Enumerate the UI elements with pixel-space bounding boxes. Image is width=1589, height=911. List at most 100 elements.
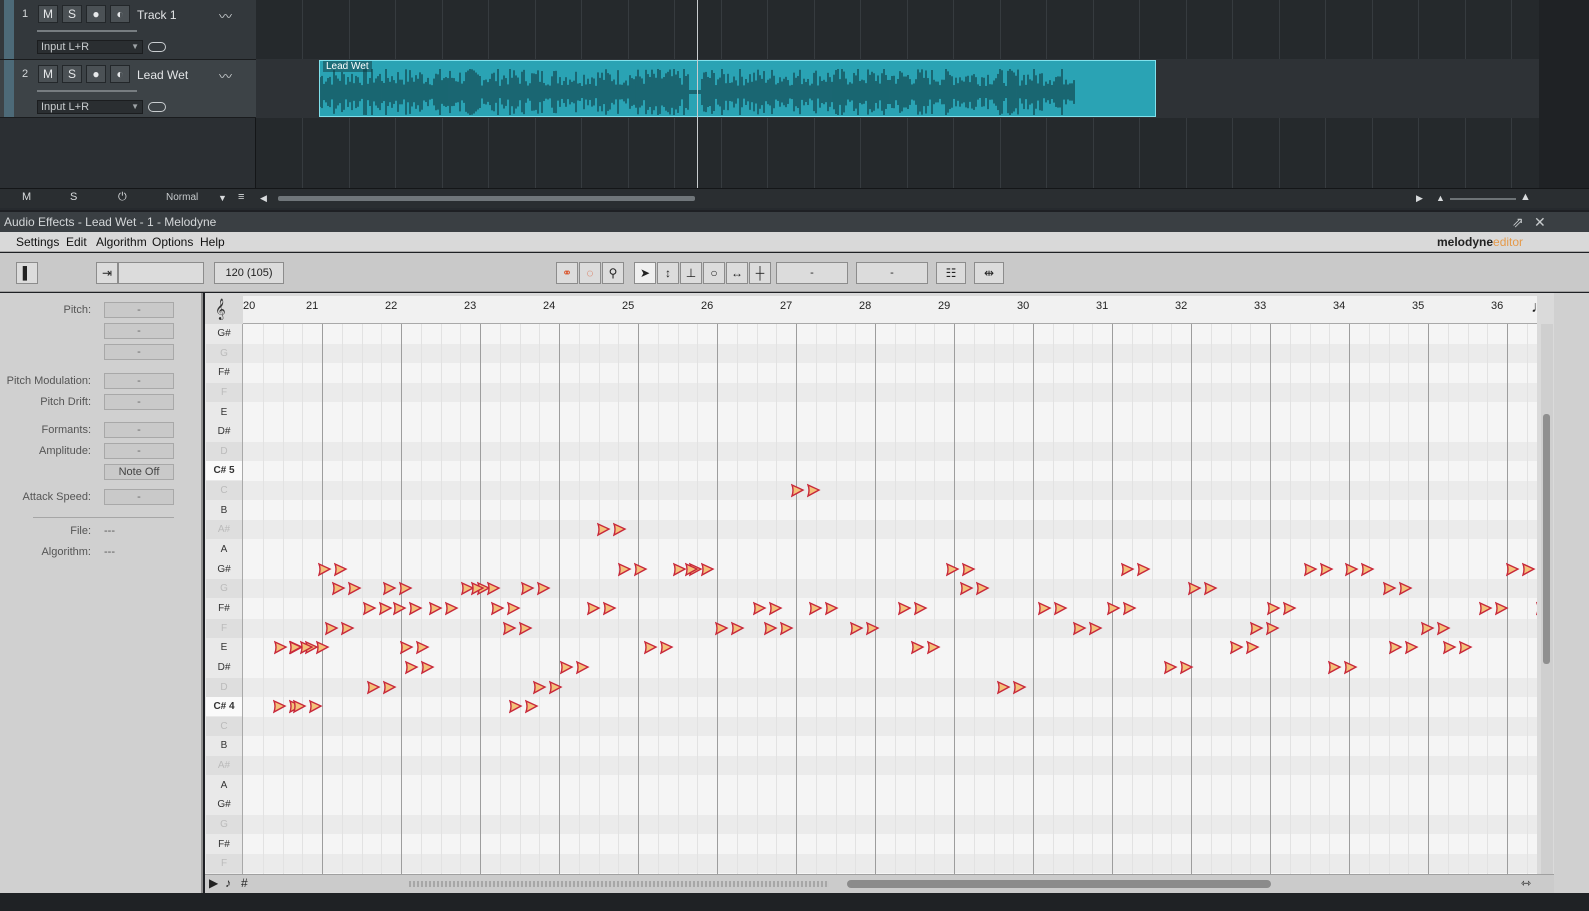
pitch-key[interactable]: D#	[206, 422, 242, 441]
pitch-field-2[interactable]: -	[104, 323, 174, 339]
note-blob[interactable]	[1229, 640, 1244, 655]
note-blob[interactable]	[1458, 640, 1473, 655]
note-blob[interactable]	[415, 640, 430, 655]
note-blob[interactable]	[1266, 601, 1281, 616]
track-name[interactable]: Lead Wet	[137, 68, 188, 82]
note-blob[interactable]	[1163, 660, 1178, 675]
bar-ruler[interactable]: 20 21 22 23 24 25 26 27 28 29 30 31 32 33 34 35 36	[243, 296, 1537, 324]
pitch-key[interactable]: F#	[206, 363, 242, 382]
note-blob[interactable]	[913, 601, 928, 616]
pitch-key[interactable]: B	[206, 501, 242, 520]
pitch-key[interactable]: F	[206, 383, 242, 402]
note-blob[interactable]	[299, 640, 314, 655]
pitch-key[interactable]: F#	[206, 599, 242, 618]
formant-tool-icon[interactable]: ○	[703, 262, 725, 284]
main-tool-icon[interactable]: ➤	[634, 262, 656, 284]
pitch-key[interactable]: D	[206, 678, 242, 697]
pitch-key[interactable]: E	[206, 403, 242, 422]
note-blob[interactable]	[575, 660, 590, 675]
note-blob[interactable]	[586, 601, 601, 616]
vertical-scrollbar[interactable]	[1541, 324, 1553, 874]
mute-button[interactable]: M	[38, 5, 58, 23]
scrub-icon[interactable]: ♪	[225, 876, 231, 890]
note-blob[interactable]	[768, 601, 783, 616]
monitor-button[interactable]: ◐	[110, 5, 130, 23]
note-off-button[interactable]: Note Off	[104, 464, 174, 480]
clef-icon[interactable]: 𝄞	[215, 299, 226, 320]
volume-fader[interactable]	[37, 30, 137, 32]
playhead[interactable]	[697, 0, 698, 188]
note-blob[interactable]	[331, 581, 346, 596]
pitch-key[interactable]: E	[206, 638, 242, 657]
waveform-icon[interactable]: 〰	[219, 6, 232, 25]
note-blob[interactable]	[643, 640, 658, 655]
note-blob[interactable]	[404, 660, 419, 675]
play-icon[interactable]: ▶	[209, 876, 218, 890]
note-blob[interactable]	[315, 640, 330, 655]
menu-settings[interactable]: Settings	[16, 235, 59, 249]
note-blob[interactable]	[470, 581, 485, 596]
note-blob[interactable]	[1106, 601, 1121, 616]
monitor-button[interactable]: ◐	[110, 65, 130, 83]
note-blob[interactable]	[926, 640, 941, 655]
record-arm-button[interactable]: ●	[86, 65, 106, 83]
note-blob[interactable]	[1388, 640, 1403, 655]
note-blob[interactable]	[1187, 581, 1202, 596]
note-blob[interactable]	[849, 621, 864, 636]
note-blob[interactable]	[1343, 660, 1358, 675]
note-blob[interactable]	[308, 699, 323, 714]
track-header-1[interactable]: 1 M S ● ◐ Track 1 〰 Input L+R ▼	[0, 0, 256, 59]
solo-button[interactable]: S	[62, 65, 82, 83]
note-blob[interactable]	[1282, 601, 1297, 616]
pitch-tool-icon[interactable]: ↕	[657, 262, 679, 284]
note-blob[interactable]	[633, 562, 648, 577]
note-blob[interactable]	[502, 621, 517, 636]
audio-clip[interactable]: Lead Wet	[319, 60, 1156, 117]
note-blob[interactable]	[975, 581, 990, 596]
pitch-key[interactable]: A#	[206, 756, 242, 775]
note-blob[interactable]	[536, 581, 551, 596]
inspector-toggle-icon[interactable]: ▌	[16, 262, 38, 284]
note-blob[interactable]	[362, 601, 377, 616]
amplitude-tool-icon[interactable]: ⊥	[680, 262, 702, 284]
pitch-key[interactable]: C# 4	[206, 697, 242, 716]
input-monitor-toggle[interactable]	[148, 102, 166, 112]
note-blob[interactable]	[333, 562, 348, 577]
note-blob[interactable]	[520, 581, 535, 596]
note-blob[interactable]	[408, 601, 423, 616]
value-field-b[interactable]: -	[856, 262, 928, 284]
pitch-key[interactable]: C# 5	[206, 461, 242, 480]
pitch-key[interactable]: D#	[206, 658, 242, 677]
note-blob[interactable]	[808, 601, 823, 616]
attack-speed-field[interactable]: -	[104, 489, 174, 505]
note-blob[interactable]	[700, 562, 715, 577]
menu-edit[interactable]: Edit	[66, 235, 87, 249]
pitch-key[interactable]: A	[206, 776, 242, 795]
note-blob[interactable]	[730, 621, 745, 636]
volume-fader[interactable]	[37, 90, 137, 92]
pitch-key[interactable]: D	[206, 442, 242, 461]
formants-field[interactable]: -	[104, 422, 174, 438]
power-icon[interactable]: ⏻	[118, 191, 127, 204]
note-blob[interactable]	[1122, 601, 1137, 616]
note-blob[interactable]	[1265, 621, 1280, 636]
note-blob[interactable]	[490, 601, 505, 616]
note-blob[interactable]	[559, 660, 574, 675]
mute-button[interactable]: M	[38, 65, 58, 83]
amplitude-field[interactable]: -	[104, 443, 174, 459]
note-blob[interactable]	[340, 621, 355, 636]
note-blob[interactable]	[945, 562, 960, 577]
global-mute-button[interactable]: M	[22, 191, 31, 203]
note-blob[interactable]	[1344, 562, 1359, 577]
note-blob[interactable]	[272, 699, 287, 714]
pitch-key[interactable]: G	[206, 579, 242, 598]
note-blob[interactable]	[596, 522, 611, 537]
note-blob[interactable]	[382, 581, 397, 596]
list-icon[interactable]: ≡	[238, 191, 244, 203]
tempo-field[interactable]: 120 (105)	[214, 262, 284, 284]
note-blob[interactable]	[959, 581, 974, 596]
note-blob[interactable]	[366, 680, 381, 695]
note-blob[interactable]	[548, 680, 563, 695]
waveform-icon[interactable]: 〰	[219, 66, 232, 85]
note-blob[interactable]	[897, 601, 912, 616]
